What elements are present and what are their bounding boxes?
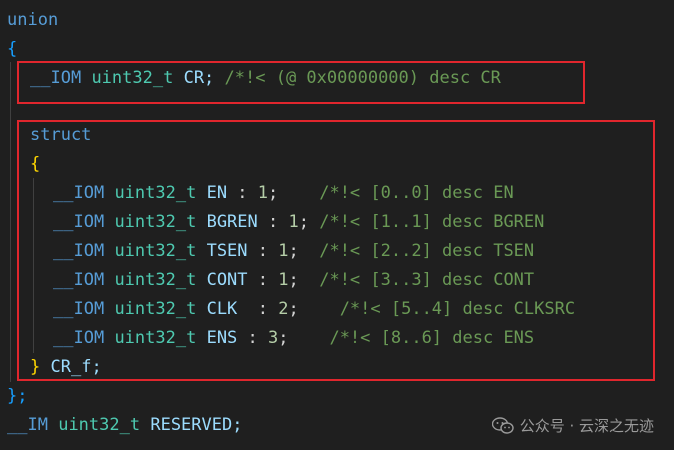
keyword-union: union xyxy=(7,10,59,30)
macro-iom: __IOM xyxy=(53,212,105,232)
code-line-reserved: __IM uint32_t RESERVED; xyxy=(7,411,242,440)
code-line-struct-close: } CR_f; xyxy=(30,353,102,382)
keyword-struct: struct xyxy=(30,125,92,145)
field-comment: /*!< [3..3] desc CONT xyxy=(319,270,535,290)
field-name: BGREN xyxy=(206,212,258,232)
bit-width: 1 xyxy=(288,212,299,232)
bit-width: 1 xyxy=(257,183,269,203)
struct-open-brace: { xyxy=(30,154,41,174)
macro-iom: __IOM xyxy=(53,299,105,319)
code-line-open-brace: { xyxy=(7,35,17,64)
comment-cr: /*!< (@ 0x00000000) desc CR xyxy=(224,68,501,88)
field-cr: CR; xyxy=(183,68,215,88)
watermark-text: 公众号 · 云深之无迹 xyxy=(519,417,654,435)
macro-im: __IM xyxy=(7,415,48,435)
bit-width: 2 xyxy=(278,299,289,319)
field-comment: /*!< [0..0] desc EN xyxy=(319,183,514,203)
macro-iom: __IOM xyxy=(53,328,105,348)
field-reserved: RESERVED; xyxy=(150,415,243,435)
field-name: CLK xyxy=(206,299,238,319)
struct-name: CR_f; xyxy=(50,357,102,377)
field-comment: /*!< [5..4] desc CLKSRC xyxy=(339,299,576,319)
type-uint32: uint32_t xyxy=(114,299,197,319)
type-uint32: uint32_t xyxy=(114,270,197,290)
field-name: EN xyxy=(206,183,228,203)
type-uint32: uint32_t xyxy=(114,328,197,348)
code-line-field-ens: __IOM uint32_t ENS : 3; /*!< [8..6] desc… xyxy=(53,328,535,348)
type-uint32: uint32_t xyxy=(58,415,141,435)
code-line-struct-open: { xyxy=(30,150,40,179)
code-line-cr: __IOM uint32_t CR; /*!< (@ 0x00000000) d… xyxy=(30,64,501,93)
open-brace: { xyxy=(7,39,18,59)
code-line-close-brace: }; xyxy=(7,382,27,411)
code-line-struct: struct xyxy=(30,121,91,150)
bit-width: 1 xyxy=(278,241,289,261)
wechat-icon xyxy=(491,416,514,435)
bit-width: 3 xyxy=(268,328,279,348)
close-brace: }; xyxy=(7,386,28,406)
macro-iom: __IOM xyxy=(53,183,105,203)
code-line-field-bgren: __IOM uint32_t BGREN : 1; /*!< [1..1] de… xyxy=(53,212,545,232)
macro-iom: __IOM xyxy=(30,68,82,88)
code-line-union: union xyxy=(7,6,58,35)
macro-iom: __IOM xyxy=(53,270,105,290)
type-uint32: uint32_t xyxy=(114,183,197,203)
field-name: ENS xyxy=(206,328,238,348)
bit-width: 1 xyxy=(278,270,289,290)
field-name: TSEN xyxy=(206,241,248,261)
type-uint32: uint32_t xyxy=(114,212,197,232)
code-line-field-clk: __IOM uint32_t CLK : 2; /*!< [5..4] desc… xyxy=(53,299,576,319)
macro-iom: __IOM xyxy=(53,241,105,261)
code-line-field-cont: __IOM uint32_t CONT : 1; /*!< [3..3] des… xyxy=(53,270,535,290)
field-comment: /*!< [1..1] desc BGREN xyxy=(319,212,545,232)
type-uint32: uint32_t xyxy=(91,68,174,88)
field-comment: /*!< [2..2] desc TSEN xyxy=(319,241,535,261)
field-name: CONT xyxy=(206,270,248,290)
struct-close-brace: } xyxy=(30,357,41,377)
code-line-field-en: __IOM uint32_t EN : 1; /*!< [0..0] desc … xyxy=(53,183,514,203)
field-comment: /*!< [8..6] desc ENS xyxy=(329,328,535,348)
indent-guide xyxy=(10,62,11,382)
watermark: 公众号 · 云深之无迹 xyxy=(491,415,654,436)
type-uint32: uint32_t xyxy=(114,241,197,261)
code-line-field-tsen: __IOM uint32_t TSEN : 1; /*!< [2..2] des… xyxy=(53,241,535,261)
